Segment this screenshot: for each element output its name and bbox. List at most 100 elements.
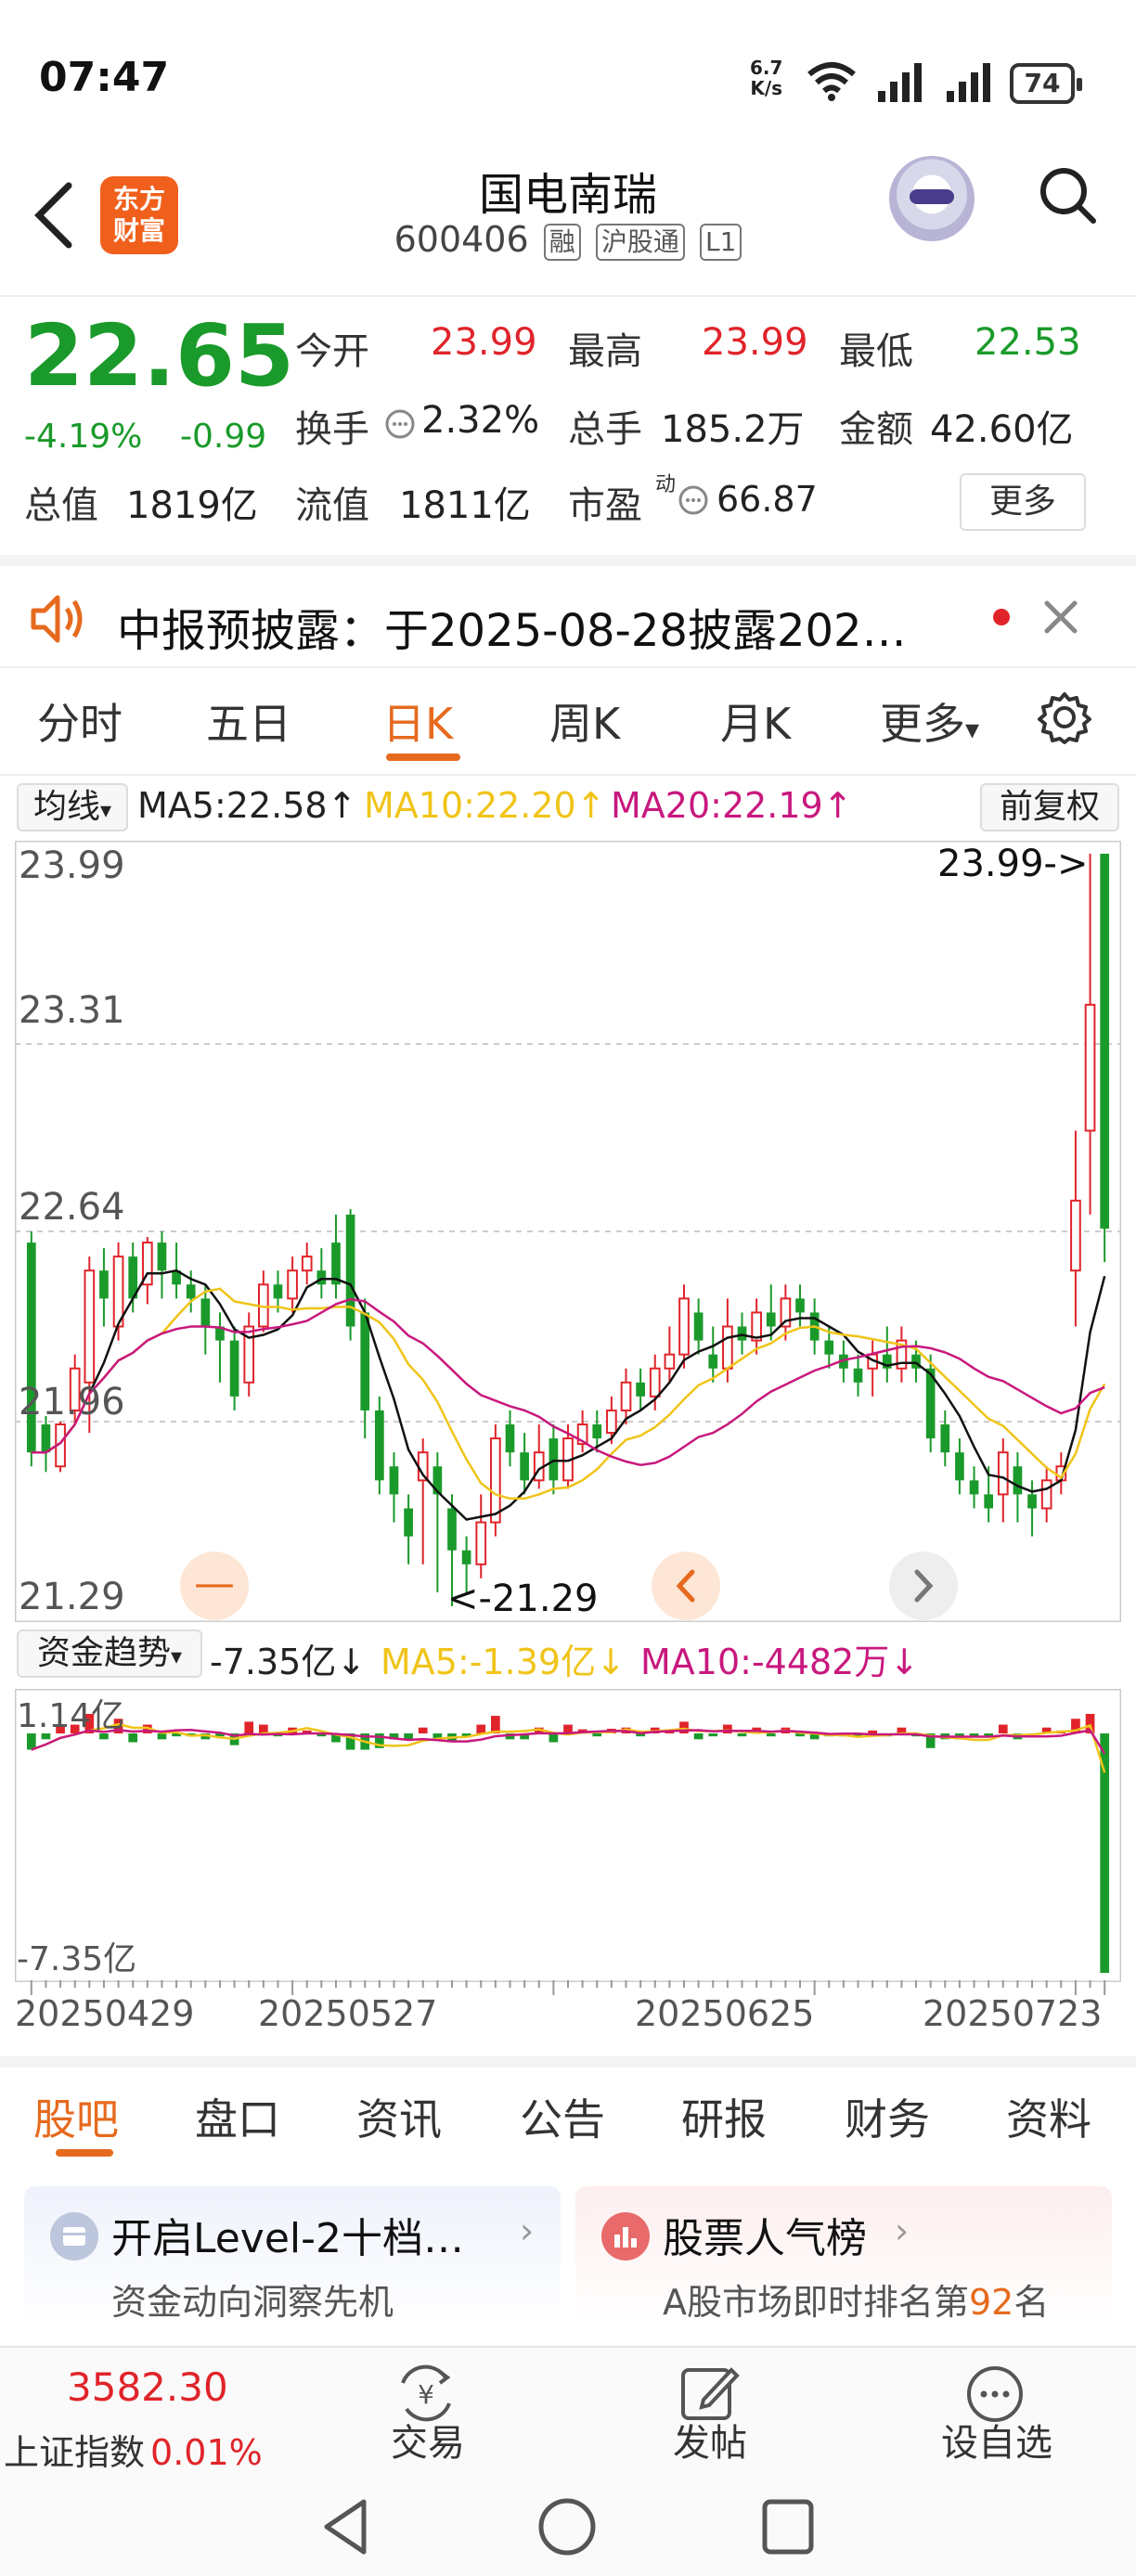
candle-body bbox=[186, 1284, 196, 1299]
fund-bar bbox=[128, 1733, 138, 1743]
adjust-button[interactable]: 前复权 bbox=[980, 783, 1119, 831]
level2-card[interactable]: 开启Level-2十档… › 资金动向洞察先机 bbox=[24, 2186, 561, 2325]
change-amount: -0.99 bbox=[180, 418, 267, 456]
unread-dot bbox=[993, 609, 1010, 625]
candle-body bbox=[984, 1494, 994, 1509]
candle-body bbox=[693, 1312, 704, 1341]
signal-icon-2 bbox=[947, 63, 990, 102]
notice-text: 中报预披露：于2025-08-28披露202… bbox=[117, 605, 907, 657]
candle-body bbox=[520, 1452, 529, 1481]
low-value: 22.53 bbox=[975, 321, 1081, 364]
candle-body bbox=[316, 1270, 327, 1285]
signal-icon bbox=[878, 63, 922, 102]
tab-research[interactable]: 研报 bbox=[681, 2086, 767, 2147]
tab-daily-k[interactable]: 日K bbox=[382, 690, 453, 752]
tab-finance[interactable]: 财务 bbox=[845, 2086, 930, 2147]
tag-connect: 沪股通 bbox=[595, 223, 685, 261]
level2-title: 开启Level-2十档… bbox=[111, 2215, 465, 2262]
info-icon[interactable] bbox=[384, 408, 416, 440]
scroll-right-button[interactable] bbox=[889, 1552, 958, 1620]
fund-tick-top: 1.14亿 bbox=[17, 1697, 125, 1735]
index-name-label: 上证指数 bbox=[4, 2432, 146, 2473]
post-label[interactable]: 发帖 bbox=[666, 2413, 754, 2467]
scroll-left-button[interactable] bbox=[652, 1552, 720, 1620]
close-icon[interactable] bbox=[1041, 598, 1080, 637]
tab-announcements[interactable]: 公告 bbox=[520, 2086, 605, 2147]
assistant-avatar-icon[interactable] bbox=[889, 156, 975, 241]
pe-label: 市盈 bbox=[568, 484, 642, 527]
fund-flow-chart[interactable] bbox=[15, 1689, 1121, 1982]
ma-selector[interactable]: 均线▾ bbox=[17, 783, 128, 831]
wifi-icon bbox=[807, 62, 856, 101]
divider bbox=[0, 774, 1136, 776]
system-back-icon[interactable] bbox=[319, 2496, 371, 2557]
candle-body bbox=[490, 1437, 501, 1524]
search-icon[interactable] bbox=[1038, 165, 1097, 225]
turnover-label: 换手 bbox=[295, 408, 369, 451]
open-value: 23.99 bbox=[431, 321, 537, 364]
ma20-value: MA20:22.19↑ bbox=[611, 785, 853, 826]
level2-subtitle: 资金动向洞察先机 bbox=[111, 2282, 394, 2323]
fund-selector-label: 资金趋势 bbox=[36, 1634, 171, 1672]
info-icon-pe[interactable] bbox=[678, 484, 709, 516]
section-gap bbox=[0, 555, 1136, 566]
fund-bar bbox=[693, 1733, 704, 1740]
candle-body bbox=[549, 1438, 559, 1481]
candle-body bbox=[273, 1284, 283, 1299]
price-tick-5: 21.29 bbox=[19, 1576, 125, 1618]
fund-bar bbox=[766, 1733, 776, 1737]
active-tab-indicator bbox=[56, 2149, 113, 2157]
tab-intraday[interactable]: 分时 bbox=[37, 690, 123, 752]
zoom-out-button[interactable]: — bbox=[180, 1552, 249, 1620]
price-tick-2: 23.31 bbox=[19, 989, 125, 1032]
fund-bar bbox=[868, 1730, 878, 1734]
candle-body bbox=[229, 1340, 239, 1397]
tab-5day[interactable]: 五日 bbox=[206, 690, 291, 752]
candle-body bbox=[1013, 1466, 1023, 1495]
stock-code: 600406 bbox=[394, 219, 529, 260]
fund-bar bbox=[476, 1724, 486, 1734]
rank-prefix: A股市场即时排名第 bbox=[663, 2282, 969, 2323]
system-home-icon[interactable] bbox=[536, 2496, 598, 2557]
candle-body bbox=[1070, 1199, 1081, 1272]
fund-bar bbox=[258, 1724, 268, 1734]
candle-body bbox=[606, 1409, 617, 1435]
svg-text:¥: ¥ bbox=[418, 2379, 434, 2410]
candle-body bbox=[722, 1325, 733, 1370]
fund-value-text: -7.35亿 bbox=[210, 1642, 337, 1682]
notice-banner[interactable]: 中报预披露：于2025-08-28披露202… bbox=[0, 566, 1136, 676]
system-recents-icon[interactable] bbox=[759, 2496, 817, 2557]
date-tick-4: 20250723 bbox=[923, 1993, 1103, 2034]
candle-body bbox=[940, 1424, 950, 1453]
index-value[interactable]: 3582.30 bbox=[67, 2364, 228, 2410]
watchlist-label[interactable]: 设自选 bbox=[932, 2413, 1062, 2467]
fund-ma5-text: MA5:-1.39亿 bbox=[381, 1642, 597, 1682]
tab-more[interactable]: 更多▾ bbox=[880, 690, 979, 752]
candle-body bbox=[360, 1312, 370, 1410]
caret-down-icon: ▾ bbox=[965, 714, 980, 746]
candle-body bbox=[41, 1424, 51, 1453]
chevron-right-icon bbox=[914, 1569, 934, 1603]
arrow-down-icon: ↓ bbox=[596, 1642, 626, 1682]
tab-news[interactable]: 资讯 bbox=[356, 2086, 442, 2147]
arrow-down-icon: ↓ bbox=[889, 1642, 920, 1682]
popularity-card[interactable]: 股票人气榜 › A股市场即时排名第92名 bbox=[575, 2186, 1112, 2325]
candle-body bbox=[708, 1354, 718, 1369]
network-speed-value: 6.7 bbox=[750, 57, 783, 79]
more-button[interactable]: 更多 bbox=[960, 473, 1086, 531]
date-tick-2: 20250527 bbox=[258, 1993, 438, 2034]
tab-profile[interactable]: 资料 bbox=[1006, 2086, 1091, 2147]
candle-body bbox=[853, 1368, 863, 1383]
tab-monthly-k[interactable]: 月K bbox=[720, 690, 791, 752]
trade-label[interactable]: 交易 bbox=[386, 2413, 470, 2467]
ma5-text: MA5:22.58 bbox=[137, 785, 328, 826]
tab-pankou[interactable]: 盘口 bbox=[195, 2086, 280, 2147]
active-tab-indicator bbox=[386, 753, 460, 761]
index-name[interactable]: 上证指数 0.01% bbox=[4, 2424, 263, 2475]
candlestick-chart[interactable] bbox=[15, 841, 1121, 1622]
settings-gear-icon[interactable] bbox=[1038, 690, 1091, 744]
tab-weekly-k[interactable]: 周K bbox=[549, 690, 620, 752]
fund-trend-selector[interactable]: 资金趋势▾ bbox=[17, 1629, 202, 1678]
popularity-subtitle: A股市场即时排名第92名 bbox=[663, 2273, 1049, 2325]
tab-guba[interactable]: 股吧 bbox=[33, 2086, 119, 2147]
